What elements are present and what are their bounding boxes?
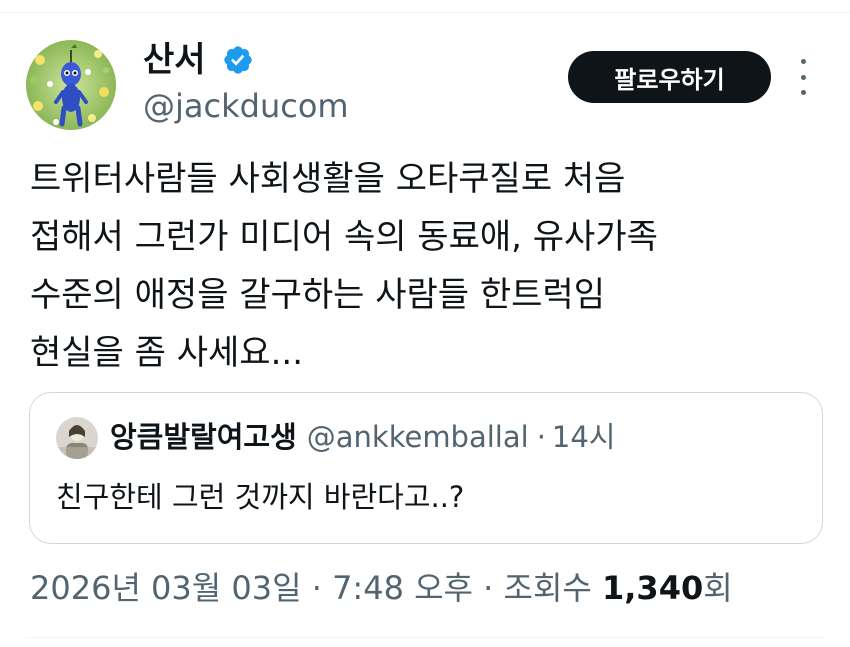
top-divider [0,12,850,13]
quoted-tweet-text: 친구한테 그런 것까지 바란다고..? [56,480,465,514]
meta-separator: · [483,569,494,607]
views-count: 1,340 [602,569,704,607]
tweet-text: 트위터사람들 사회생활을 오타쿠질로 처음 접해서 그런가 미디어 속의 동료애… [30,159,658,373]
views-label: 조회수 [503,569,592,607]
quoted-separator: · [536,420,546,454]
more-vertical-icon[interactable] [793,59,813,95]
author-avatar[interactable] [26,40,116,130]
bottom-divider [26,637,824,638]
author-display-name[interactable]: 산서 [143,38,206,82]
avatar-image [26,40,116,130]
follow-button[interactable]: 팔로우하기 [568,51,771,103]
verified-badge-icon [224,46,252,74]
tweet-date[interactable]: 2026년 03월 03일 [30,569,302,607]
tweet-meta: 2026년 03월 03일 · 7:48 오후 · 조회수 1,340회 [30,564,733,612]
meta-separator: · [311,569,322,607]
quoted-tweet-header: 앙큼발랄여고생 @ankkemballal · 14시 [110,415,616,459]
quoted-author-avatar[interactable] [56,417,98,459]
author-handle[interactable]: @jackducom [143,84,349,128]
quoted-tweet-card[interactable]: 앙큼발랄여고생 @ankkemballal · 14시 친구한테 그런 것까지 바란다… [29,392,823,544]
quoted-time[interactable]: 14시 [552,420,616,454]
more-dot [800,90,806,95]
quoted-author-name[interactable]: 앙큼발랄여고생 [110,420,297,454]
quoted-author-handle[interactable]: @ankkemballal [307,420,529,454]
more-dot [800,74,806,80]
views-suffix: 회 [703,569,733,607]
more-dot [800,59,806,64]
quoted-avatar-image [56,417,98,459]
tweet-time[interactable]: 7:48 오후 [332,569,473,607]
